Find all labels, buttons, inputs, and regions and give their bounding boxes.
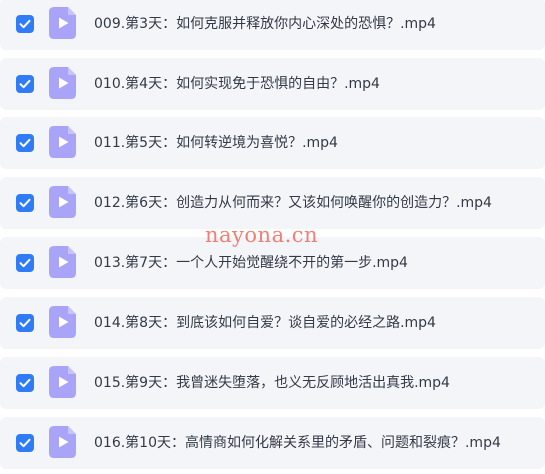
file-name[interactable]: 011.第5天：如何转逆境为喜悦？.mp4 — [94, 117, 338, 169]
file-checkbox[interactable] — [16, 75, 34, 93]
file-checkbox[interactable] — [16, 254, 34, 272]
file-row[interactable]: 015.第9天：我曾迷失堕落，也义无反顾地活出真我.mp4 — [0, 357, 545, 409]
file-name[interactable]: 009.第3天：如何克服并释放你内心深处的恐惧？.mp4 — [94, 0, 436, 50]
checkmark-icon — [19, 138, 31, 148]
video-file-icon — [49, 366, 76, 398]
file-name[interactable]: 010.第4天：如何实现免于恐惧的自由？.mp4 — [94, 58, 380, 110]
checkmark-icon — [19, 318, 31, 328]
file-name[interactable]: 014.第8天：到底该如何自爱？谈自爱的必经之路.mp4 — [94, 297, 436, 349]
watermark: nayona.cn — [205, 223, 319, 247]
file-row[interactable]: 014.第8天：到底该如何自爱？谈自爱的必经之路.mp4 — [0, 297, 545, 349]
file-checkbox[interactable] — [16, 314, 34, 332]
file-row[interactable]: 012.第6天：创造力从何而来？又该如何唤醒你的创造力？.mp4 — [0, 177, 545, 229]
file-checkbox[interactable] — [16, 374, 34, 392]
file-checkbox[interactable] — [16, 15, 34, 33]
checkmark-icon — [19, 79, 31, 89]
file-name[interactable]: 015.第9天：我曾迷失堕落，也义无反顾地活出真我.mp4 — [94, 357, 450, 409]
video-file-icon — [49, 246, 76, 278]
video-file-icon — [49, 426, 76, 458]
video-file-icon — [49, 306, 76, 338]
checkmark-icon — [19, 19, 31, 29]
file-row[interactable]: 016.第10天：高情商如何化解关系里的矛盾、问题和裂痕？.mp4 — [0, 417, 545, 469]
checkmark-icon — [19, 438, 31, 448]
file-row[interactable]: 010.第4天：如何实现免于恐惧的自由？.mp4 — [0, 58, 545, 110]
file-row[interactable]: 009.第3天：如何克服并释放你内心深处的恐惧？.mp4 — [0, 0, 545, 50]
file-checkbox[interactable] — [16, 194, 34, 212]
checkmark-icon — [19, 258, 31, 268]
video-file-icon — [49, 186, 76, 218]
file-row[interactable]: 011.第5天：如何转逆境为喜悦？.mp4 — [0, 117, 545, 169]
video-file-icon — [49, 7, 76, 39]
file-checkbox[interactable] — [16, 434, 34, 452]
file-name[interactable]: 016.第10天：高情商如何化解关系里的矛盾、问题和裂痕？.mp4 — [94, 417, 501, 469]
checkmark-icon — [19, 198, 31, 208]
video-file-icon — [49, 126, 76, 158]
checkmark-icon — [19, 378, 31, 388]
file-name[interactable]: 012.第6天：创造力从何而来？又该如何唤醒你的创造力？.mp4 — [94, 177, 492, 229]
file-checkbox[interactable] — [16, 134, 34, 152]
video-file-icon — [49, 67, 76, 99]
